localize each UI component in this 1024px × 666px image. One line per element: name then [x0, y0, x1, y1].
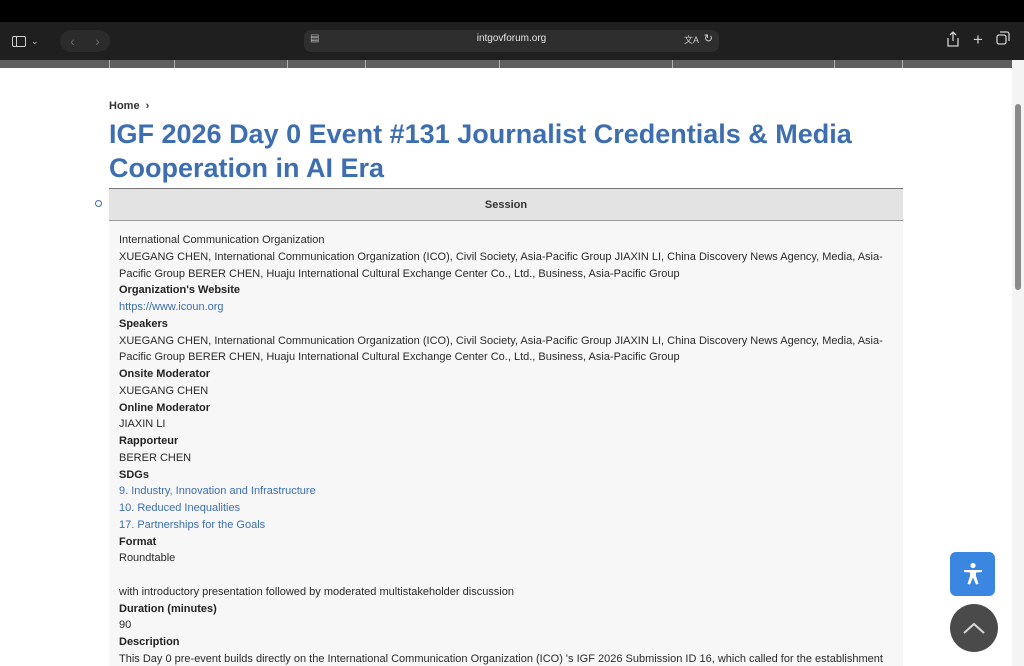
- website-link[interactable]: https://www.icoun.org: [119, 299, 893, 316]
- sidebar-toggle-button[interactable]: ⌄: [12, 31, 48, 51]
- page-title: IGF 2026 Day 0 Event #131 Journalist Cre…: [109, 119, 852, 183]
- format-label: Format: [119, 535, 157, 548]
- address-bar[interactable]: ▤ intgovforum.org 文A ↻: [304, 30, 719, 52]
- sdg-link-17[interactable]: 17. Partnerships for the Goals: [119, 517, 893, 534]
- online-moderator-label: Online Moderator: [119, 401, 211, 414]
- nav-separator: [174, 60, 175, 68]
- translate-icon[interactable]: 文A: [684, 33, 699, 46]
- sidebar-icon: [12, 35, 26, 47]
- share-icon[interactable]: [944, 31, 962, 53]
- forward-icon[interactable]: ›: [95, 33, 100, 49]
- onsite-moderator-value: XUEGANG CHEN: [119, 384, 209, 397]
- organizer-name: International Communication Organization: [119, 234, 325, 246]
- nav-separator: [109, 60, 110, 68]
- scrollbar-thumb[interactable]: [1015, 104, 1021, 290]
- rapporteur-label: Rapporteur: [119, 435, 179, 447]
- sdg-link-9[interactable]: 9. Industry, Innovation and Infrastructu…: [119, 483, 893, 500]
- duration-label: Duration (minutes): [119, 602, 217, 615]
- reload-icon[interactable]: ↻: [704, 32, 713, 45]
- new-tab-icon[interactable]: +: [969, 30, 987, 50]
- nav-separator: [287, 60, 288, 68]
- rapporteur-value: BERER CHEN: [119, 451, 192, 464]
- chevron-up-icon: [963, 622, 985, 634]
- online-moderator-value: JIAXIN LI: [119, 418, 166, 431]
- accessibility-icon: [963, 562, 982, 585]
- address-url: intgovforum.org: [476, 33, 547, 44]
- website-label: Organization's Website: [119, 284, 240, 297]
- session-table: Session International Communication Orga…: [109, 188, 903, 666]
- chevron-down-icon: ⌄: [31, 36, 39, 46]
- sdg-link-10[interactable]: 10. Reduced Inequalities: [119, 500, 893, 517]
- chevron-right-icon: ›: [145, 100, 150, 112]
- tabs-overview-icon[interactable]: [994, 31, 1012, 51]
- back-to-top-button[interactable]: [950, 604, 998, 652]
- nav-separator: [834, 60, 835, 68]
- navigation-buttons: ‹ ›: [60, 30, 110, 52]
- session-header: Session: [109, 188, 903, 221]
- format-note: with introductory presentation followed …: [119, 585, 514, 598]
- speakers-value: XUEGANG CHEN, International Communicatio…: [119, 334, 883, 364]
- accessibility-button[interactable]: [950, 552, 995, 596]
- list-bullet-icon: [95, 200, 102, 207]
- session-details: International Communication Organization…: [109, 221, 903, 666]
- system-menu-bar: [0, 0, 1024, 22]
- breadcrumb: Home ›: [109, 100, 149, 112]
- back-icon[interactable]: ‹: [70, 33, 75, 49]
- nav-separator: [365, 60, 366, 68]
- site-navigation-bar: [0, 60, 1012, 68]
- description-label: Description: [119, 636, 180, 648]
- onsite-moderator-label: Onsite Moderator: [119, 368, 211, 380]
- format-value: Roundtable: [119, 552, 176, 565]
- description-value: This Day 0 pre-event builds directly on …: [119, 652, 883, 665]
- duration-value: 90: [119, 619, 132, 632]
- browser-toolbar: ⌄ ‹ › ▤ intgovforum.org 文A ↻ +: [0, 22, 1024, 61]
- organizer-details: XUEGANG CHEN, International Communicatio…: [119, 250, 883, 280]
- nav-separator: [902, 60, 903, 68]
- nav-separator: [499, 60, 500, 68]
- sdgs-label: SDGs: [119, 468, 149, 481]
- breadcrumb-home-link[interactable]: Home: [109, 100, 140, 112]
- nav-separator: [672, 60, 673, 68]
- speakers-label: Speakers: [119, 317, 168, 330]
